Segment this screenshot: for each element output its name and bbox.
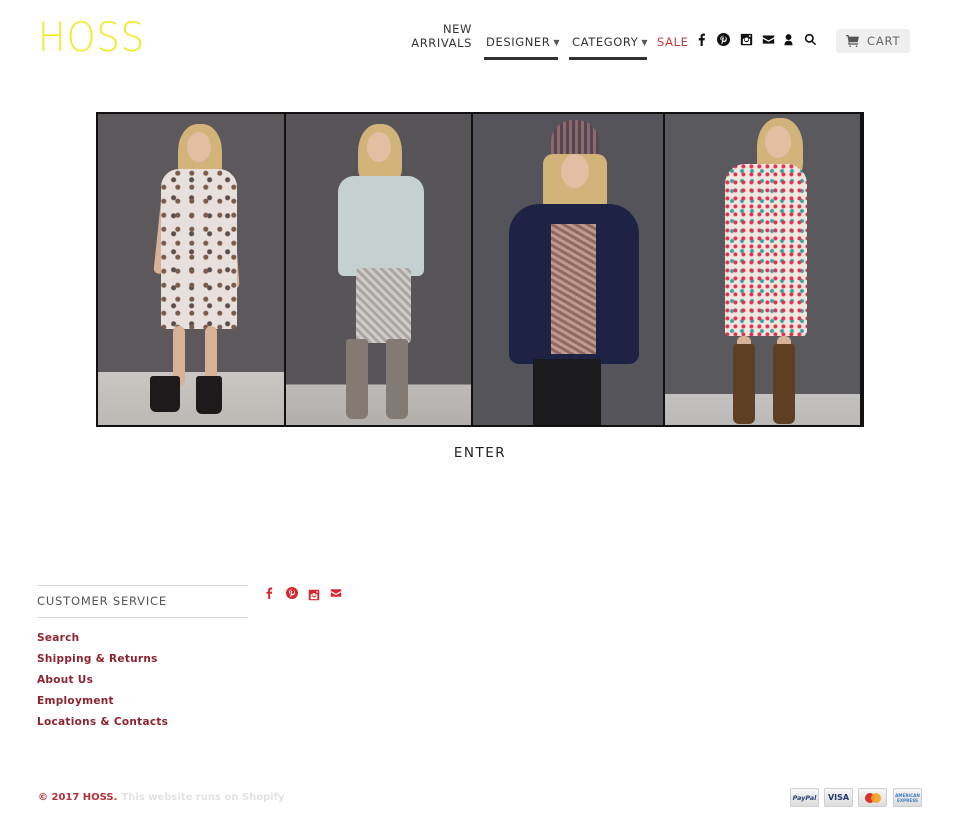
nav-category-label: CATEGORY: [572, 35, 639, 49]
cart-icon: [846, 35, 859, 47]
nav-category[interactable]: CATEGORY ▼: [572, 35, 648, 50]
nav-category-underline: [569, 57, 647, 60]
copyright-text: © 2017 HOSS.: [38, 792, 118, 803]
model-image-navy-cardigan: [473, 114, 663, 425]
hero-panel-3: [473, 114, 663, 425]
footer-link-locations-contacts[interactable]: Locations & Contacts: [37, 716, 168, 728]
hero-panel-2: [286, 114, 471, 425]
mail-icon[interactable]: [329, 586, 343, 600]
visa-icon: VISA: [824, 788, 853, 807]
account-icon[interactable]: [781, 32, 795, 46]
footer-link-employment[interactable]: Employment: [37, 695, 114, 707]
nav-new-arrivals-line1: NEW: [442, 22, 472, 36]
pinterest-icon[interactable]: [716, 32, 730, 46]
footer-link-search[interactable]: Search: [37, 632, 79, 644]
instagram-icon[interactable]: [307, 588, 321, 602]
pinterest-icon[interactable]: [285, 586, 299, 600]
chevron-down-icon: ▼: [553, 38, 561, 47]
footer-link-about-us[interactable]: About Us: [37, 674, 93, 686]
copyright: © 2017 HOSS. This website runs on Shopify: [38, 792, 285, 803]
mastercard-icon: [858, 788, 887, 807]
chevron-down-icon: ▼: [641, 38, 649, 47]
mail-icon[interactable]: [761, 32, 775, 46]
hero-banner[interactable]: [96, 112, 864, 427]
model-image-blouse-sequin-pants: [286, 114, 471, 425]
nav-designer-label: DESIGNER: [486, 35, 551, 49]
paypal-label: PayPal: [792, 793, 817, 802]
instagram-icon[interactable]: [739, 32, 753, 46]
footer-link-shipping-returns[interactable]: Shipping & Returns: [37, 653, 158, 665]
nav-designer-underline: [484, 57, 558, 60]
amex-line1: AMERICAN: [895, 792, 920, 798]
footer-divider-top: [37, 585, 248, 586]
footer-divider-bottom: [37, 617, 248, 618]
hero-panel-4: [665, 114, 860, 425]
visa-label: VISA: [827, 793, 850, 802]
facebook-icon[interactable]: [262, 586, 276, 600]
paypal-icon: PayPal: [790, 788, 819, 807]
model-image-multicolor-dress: [665, 114, 860, 425]
hero-panel-1: [98, 114, 284, 425]
customer-service-heading: CUSTOMER SERVICE: [37, 594, 167, 608]
facebook-icon[interactable]: [694, 32, 708, 46]
cart-button[interactable]: CART: [836, 29, 910, 53]
amex-line2: EXPRESS: [896, 797, 919, 803]
cart-label: CART: [867, 34, 901, 48]
search-icon[interactable]: [803, 32, 817, 46]
powered-by-link[interactable]: This website runs on Shopify: [121, 792, 284, 803]
enter-link[interactable]: ENTER: [0, 445, 960, 461]
nav-new-arrivals-line2: ARRIVALS: [411, 36, 472, 50]
amex-icon: AMERICAN EXPRESS: [893, 788, 922, 807]
nav-new-arrivals[interactable]: NEW ARRIVALS: [411, 22, 472, 50]
model-image-floral-dress: [98, 114, 284, 425]
nav-designer[interactable]: DESIGNER ▼: [486, 35, 560, 50]
nav-sale[interactable]: SALE: [657, 35, 688, 49]
